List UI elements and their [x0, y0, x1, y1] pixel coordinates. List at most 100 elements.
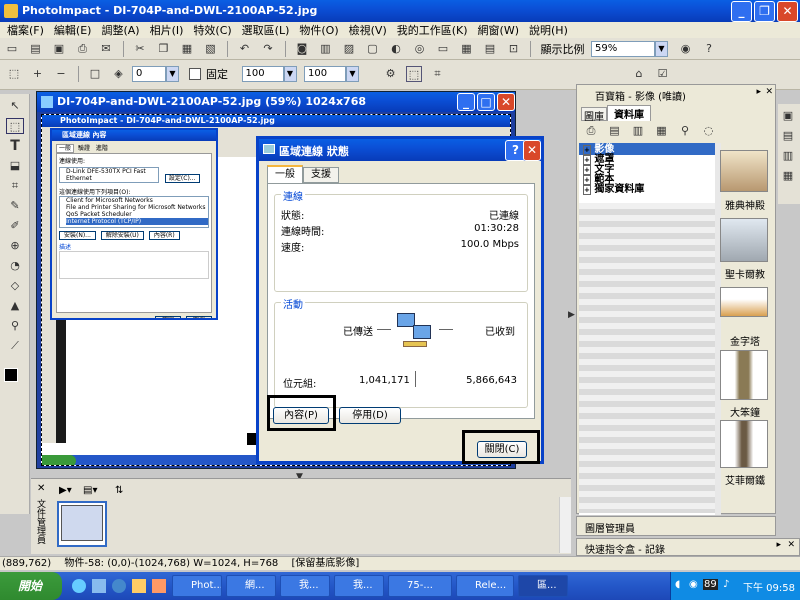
eyedropper-tool-icon[interactable]: ⟋ [6, 338, 24, 354]
chevron-down-icon[interactable]: ▼ [655, 41, 668, 57]
grid-icon[interactable]: ▦ [459, 41, 475, 57]
quicklaunch-desktop-icon[interactable] [92, 579, 106, 593]
save-icon[interactable]: ▣ [51, 41, 67, 57]
zoom-select[interactable]: 59% [591, 41, 655, 57]
sort-icon[interactable]: ⇅ [115, 485, 123, 496]
selection-tool-icon[interactable]: ⬚ [6, 118, 24, 134]
task-release[interactable]: Rele... [456, 575, 514, 597]
select-mode-icon[interactable]: ⬚ [406, 66, 422, 82]
lan-close-x-button[interactable]: ✕ [523, 140, 541, 161]
paste-icon[interactable]: ▦ [179, 41, 195, 57]
panel-icon[interactable]: ▤ [482, 41, 498, 57]
marquee-icon[interactable]: ⬚ [6, 66, 22, 82]
copy-icon[interactable]: ❐ [156, 41, 172, 57]
checkbox-fixed[interactable] [188, 68, 201, 80]
menu-selection[interactable]: 選取區(L) [237, 22, 295, 38]
printer-icon[interactable]: ⎙ [583, 123, 599, 139]
menu-window[interactable]: 網窗(W) [473, 22, 524, 38]
transform-tool-icon[interactable]: ⬓ [6, 158, 24, 174]
panel-scrollbar[interactable] [559, 497, 571, 553]
cut-icon[interactable]: ✂ [132, 41, 148, 57]
chevron-down-icon[interactable]: ▼ [346, 66, 359, 82]
menu-effect[interactable]: 特效(C) [188, 22, 236, 38]
document-thumbnail[interactable] [57, 501, 107, 547]
home-icon[interactable]: ⌂ [631, 66, 647, 82]
collapse-arrow-icon[interactable]: ▶ [568, 310, 575, 320]
menu-photo[interactable]: 相片(I) [145, 22, 189, 38]
print-icon[interactable]: ⎙ [75, 41, 91, 57]
tab-general[interactable]: 一般 [267, 165, 303, 183]
subtract-icon[interactable]: − [53, 66, 69, 82]
pick-tool-icon[interactable]: ↖ [6, 98, 24, 114]
info-icon[interactable]: ◌ [701, 123, 717, 139]
thumb-pyramid[interactable] [720, 287, 768, 317]
task-75[interactable]: 75-... [388, 575, 452, 597]
options-icon[interactable]: ⚙ [383, 66, 399, 82]
minimize-button[interactable]: _ [731, 1, 752, 22]
scan-icon[interactable]: ▥ [318, 41, 334, 57]
dock-icon[interactable]: ▣ [780, 108, 796, 124]
quicklaunch-ie-icon[interactable] [72, 579, 86, 593]
tree-item-exclusive[interactable]: + 獨家資料庫 [583, 185, 644, 195]
doc-maximize-button[interactable]: □ [477, 93, 495, 111]
camera-icon[interactable]: ◙ [294, 41, 310, 57]
redo-icon[interactable]: ↷ [260, 41, 276, 57]
tray-icon[interactable]: ◉ [689, 579, 698, 590]
task-network[interactable]: 網... [226, 575, 276, 597]
doc-close-button[interactable]: ✕ [497, 93, 515, 111]
soft-edge-input[interactable]: 0 [132, 66, 166, 82]
text-tool-icon[interactable]: T [6, 138, 24, 154]
open-icon[interactable]: ▤ [28, 41, 44, 57]
shape-tool-icon[interactable]: ▲ [6, 298, 24, 314]
fit-icon[interactable]: ⊡ [506, 41, 522, 57]
history-panel-title[interactable]: 快速指令盒 - 記錄 [585, 541, 665, 556]
browser-icon[interactable]: ◎ [412, 41, 428, 57]
height-input[interactable]: 100 [304, 66, 346, 82]
start-button[interactable]: 開始 [0, 572, 62, 600]
task-photoimpact[interactable]: Phot... [172, 575, 222, 597]
tray-icon[interactable]: ◖ [675, 579, 680, 590]
paste-new-icon[interactable]: ▧ [203, 41, 219, 57]
mail-icon[interactable]: ✉ [98, 41, 114, 57]
check-icon[interactable]: ☑ [655, 66, 671, 82]
menu-file[interactable]: 檔案(F) [2, 22, 49, 38]
soft-edge-icon[interactable]: ◈ [111, 66, 127, 82]
display-icon[interactable]: ▭ [435, 41, 451, 57]
undo-icon[interactable]: ↶ [237, 41, 253, 57]
width-input[interactable]: 100 [241, 66, 284, 82]
task-my-computer-1[interactable]: 我... [280, 575, 330, 597]
menu-workspace[interactable]: 我的工作區(K) [392, 22, 473, 38]
disable-button[interactable]: 停用(D) [339, 407, 401, 424]
frame-icon[interactable]: ▢ [365, 41, 381, 57]
tray-badge[interactable]: 89 [703, 579, 718, 590]
panel-menu-icon[interactable]: ▸ [756, 87, 761, 97]
crop-tool-icon[interactable]: ⌗ [6, 178, 24, 194]
crop-icon[interactable]: ⌗ [430, 66, 446, 82]
brush-tool-icon[interactable]: ✐ [6, 218, 24, 234]
view-icon[interactable]: ▤▾ [83, 485, 97, 496]
help-icon[interactable]: ? [701, 41, 717, 57]
library2-icon[interactable]: ▥ [630, 123, 646, 139]
add-icon[interactable]: + [30, 66, 46, 82]
dock-icon[interactable]: ▦ [780, 168, 796, 184]
close-button[interactable]: ✕ [777, 1, 798, 22]
task-my-computer-2[interactable]: 我... [334, 575, 384, 597]
quicklaunch-app-icon[interactable] [152, 579, 166, 593]
panel-close-icon[interactable]: ✕ [787, 540, 795, 550]
maximize-button[interactable]: ❐ [754, 1, 775, 22]
tray-icon[interactable]: ♪ [723, 579, 729, 590]
menu-view[interactable]: 檢視(V) [344, 22, 392, 38]
layer-manager-title[interactable]: 圖層管理員 [585, 520, 635, 535]
clone-tool-icon[interactable]: ⊕ [6, 238, 24, 254]
menu-help[interactable]: 說明(H) [524, 22, 573, 38]
rect-shape-icon[interactable]: □ [87, 66, 103, 82]
tab-gallery[interactable]: 圖庫 [581, 107, 607, 123]
fill-tool-icon[interactable]: ◔ [6, 258, 24, 274]
image-icon[interactable]: ▨ [341, 41, 357, 57]
dock-icon[interactable]: ▤ [780, 128, 796, 144]
tab-library[interactable]: 資料庫 [607, 105, 651, 121]
zoom-tool-icon[interactable]: ⚲ [6, 318, 24, 334]
retouch-tool-icon[interactable]: ✎ [6, 198, 24, 214]
library-icon[interactable]: ▤ [607, 123, 623, 139]
thumb-church[interactable] [720, 218, 768, 262]
